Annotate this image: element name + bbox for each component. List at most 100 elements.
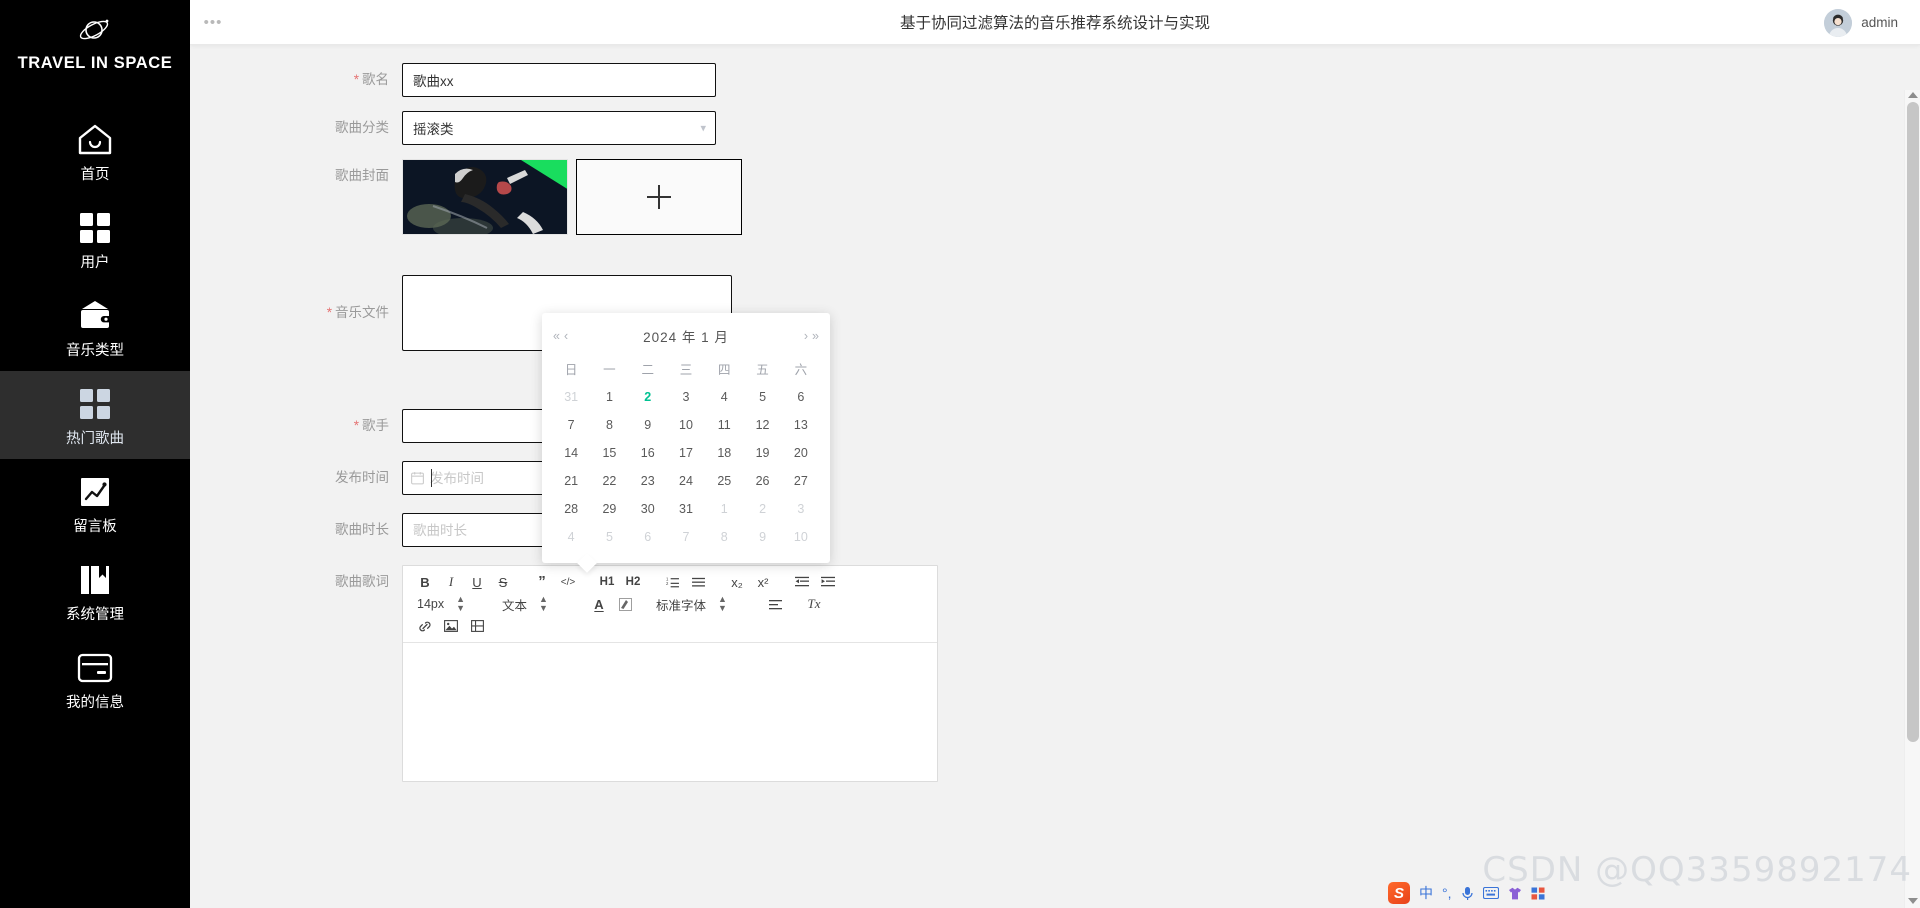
- sogou-logo-icon[interactable]: S: [1388, 882, 1410, 904]
- date-cell[interactable]: 3: [782, 495, 820, 523]
- clear-format-icon[interactable]: Tx: [802, 594, 826, 615]
- vertical-scrollbar[interactable]: [1904, 90, 1920, 908]
- date-cell[interactable]: 1: [590, 383, 628, 411]
- date-cell[interactable]: 7: [552, 411, 590, 439]
- date-cell[interactable]: 20: [782, 439, 820, 467]
- date-cell[interactable]: 16: [629, 439, 667, 467]
- sidebar-item-home[interactable]: 首页: [0, 107, 190, 195]
- ime-apps-icon[interactable]: [1531, 887, 1545, 900]
- next-year-icon[interactable]: »: [811, 329, 820, 343]
- date-cell[interactable]: 7: [667, 523, 705, 551]
- scroll-up-icon[interactable]: [1908, 92, 1918, 98]
- heading-1-icon[interactable]: H1: [595, 572, 619, 593]
- highlight-color-icon[interactable]: [613, 594, 637, 615]
- date-cell[interactable]: 13: [782, 411, 820, 439]
- date-cell[interactable]: 18: [705, 439, 743, 467]
- date-cell[interactable]: 3: [667, 383, 705, 411]
- strikethrough-icon[interactable]: S: [491, 572, 515, 593]
- user-menu[interactable]: admin: [1824, 0, 1898, 45]
- scrollbar-thumb[interactable]: [1907, 102, 1919, 742]
- date-cell[interactable]: 27: [782, 467, 820, 495]
- date-cell[interactable]: 25: [705, 467, 743, 495]
- date-cell[interactable]: 26: [743, 467, 781, 495]
- underline-icon[interactable]: U: [465, 572, 489, 593]
- date-cell[interactable]: 29: [590, 495, 628, 523]
- italic-icon[interactable]: I: [439, 572, 463, 593]
- sidebar-item-my-info[interactable]: 我的信息: [0, 635, 190, 723]
- date-cell[interactable]: 30: [629, 495, 667, 523]
- date-cell[interactable]: 9: [743, 523, 781, 551]
- date-cell[interactable]: 28: [552, 495, 590, 523]
- sidebar-item-label: 用户: [80, 255, 110, 272]
- date-cell[interactable]: 9: [629, 411, 667, 439]
- song-category-value[interactable]: [402, 111, 716, 145]
- date-cell[interactable]: 4: [705, 383, 743, 411]
- sidebar-item-system[interactable]: 系统管理: [0, 547, 190, 635]
- text-color-icon[interactable]: A: [587, 594, 611, 615]
- date-cell[interactable]: 10: [782, 523, 820, 551]
- date-cell[interactable]: 10: [667, 411, 705, 439]
- song-name-input[interactable]: [402, 63, 716, 97]
- ordered-list-icon[interactable]: 1 2: [660, 572, 684, 593]
- date-cell[interactable]: 8: [590, 411, 628, 439]
- next-month-icon[interactable]: ›: [803, 329, 809, 343]
- bold-icon[interactable]: B: [413, 572, 437, 593]
- prev-year-icon[interactable]: «: [552, 329, 561, 343]
- font-family-select[interactable]: 标准字体 ▲ ▼: [652, 594, 746, 615]
- date-cell[interactable]: 14: [552, 439, 590, 467]
- date-cell[interactable]: 22: [590, 467, 628, 495]
- date-cell[interactable]: 17: [667, 439, 705, 467]
- sidebar-item-music-type[interactable]: 音乐类型: [0, 283, 190, 371]
- ime-punctuation[interactable]: °,: [1442, 885, 1452, 901]
- grid-icon: [74, 207, 116, 249]
- image-icon[interactable]: [439, 616, 463, 637]
- date-cell[interactable]: 2: [743, 495, 781, 523]
- date-cell[interactable]: 15: [590, 439, 628, 467]
- link-icon[interactable]: [413, 616, 437, 637]
- scroll-down-icon[interactable]: [1908, 898, 1918, 904]
- ime-skin-icon[interactable]: [1508, 887, 1522, 900]
- date-cell[interactable]: 2: [629, 383, 667, 411]
- code-icon[interactable]: </>: [556, 572, 580, 593]
- date-cell[interactable]: 5: [743, 383, 781, 411]
- cover-add-button[interactable]: [576, 159, 742, 235]
- superscript-icon[interactable]: x²: [751, 572, 775, 593]
- sidebar-item-message-board[interactable]: 留言板: [0, 459, 190, 547]
- heading-2-icon[interactable]: H2: [621, 572, 645, 593]
- date-cell[interactable]: 19: [743, 439, 781, 467]
- sidebar-item-hot-songs[interactable]: 热门歌曲: [0, 371, 190, 459]
- date-cell[interactable]: 6: [782, 383, 820, 411]
- date-cell[interactable]: 6: [629, 523, 667, 551]
- cover-thumbnail[interactable]: [402, 159, 568, 235]
- unordered-list-icon[interactable]: [686, 572, 710, 593]
- date-cell[interactable]: 11: [705, 411, 743, 439]
- date-cell[interactable]: 31: [552, 383, 590, 411]
- sidebar-item-users[interactable]: 用户: [0, 195, 190, 283]
- blockquote-icon[interactable]: ”: [530, 572, 554, 593]
- song-category-select[interactable]: ▾: [402, 111, 716, 145]
- date-cell[interactable]: 4: [552, 523, 590, 551]
- date-cell[interactable]: 24: [667, 467, 705, 495]
- grid-filled-icon: [74, 383, 116, 425]
- outdent-icon[interactable]: [790, 572, 814, 593]
- font-size-select[interactable]: 14px ▲ ▼: [413, 594, 481, 615]
- text-style-select[interactable]: 文本 ▲ ▼: [498, 594, 570, 615]
- date-cell[interactable]: 23: [629, 467, 667, 495]
- date-cell[interactable]: 31: [667, 495, 705, 523]
- ime-voice-icon[interactable]: [1461, 886, 1474, 901]
- ellipsis-icon[interactable]: •••: [190, 14, 236, 31]
- brand[interactable]: TRAVEL IN SPACE: [0, 0, 190, 73]
- video-icon[interactable]: [465, 616, 489, 637]
- date-cell[interactable]: 21: [552, 467, 590, 495]
- align-icon[interactable]: [763, 594, 787, 615]
- date-cell[interactable]: 12: [743, 411, 781, 439]
- ime-mode-chinese[interactable]: 中: [1419, 883, 1433, 903]
- date-cell[interactable]: 1: [705, 495, 743, 523]
- lyrics-editor-body[interactable]: [403, 643, 937, 781]
- subscript-icon[interactable]: x₂: [725, 572, 749, 593]
- date-cell[interactable]: 5: [590, 523, 628, 551]
- ime-keyboard-icon[interactable]: [1482, 887, 1499, 899]
- prev-month-icon[interactable]: ‹: [563, 329, 569, 343]
- date-cell[interactable]: 8: [705, 523, 743, 551]
- indent-icon[interactable]: [816, 572, 840, 593]
